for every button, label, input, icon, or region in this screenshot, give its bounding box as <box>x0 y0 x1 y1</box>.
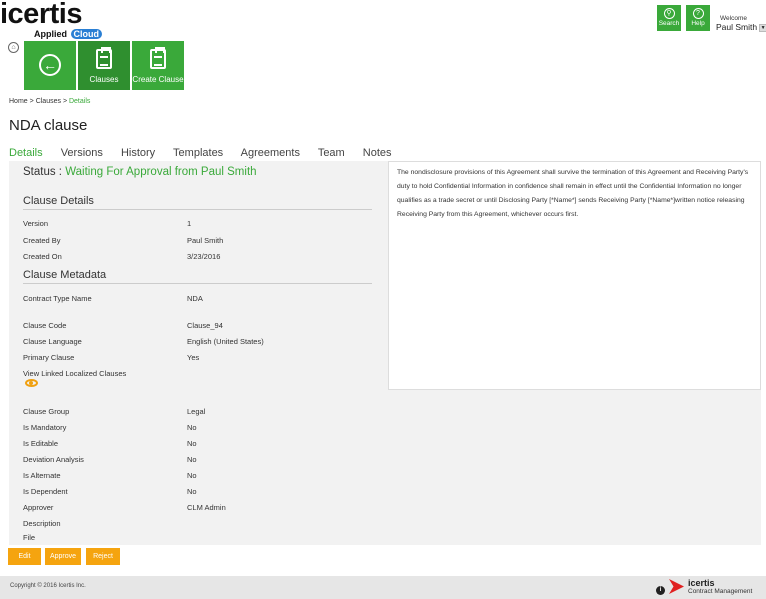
detail-label: Version <box>23 219 49 228</box>
section-clause-details: Clause Details <box>23 195 94 207</box>
detail-label: Created On <box>23 252 62 261</box>
detail-label: Created By <box>23 236 61 245</box>
tab-templates[interactable]: Templates <box>173 147 223 159</box>
reject-button[interactable]: Reject <box>86 548 120 565</box>
meta-label: Clause Language <box>23 337 82 346</box>
meta-label: Description <box>23 519 61 528</box>
footer: Copyright © 2016 Icertis Inc. i icertis … <box>0 576 766 599</box>
clause-text-box: The nondisclosure provisions of this Agr… <box>388 161 761 390</box>
meta-label: Contract Type Name <box>23 294 92 303</box>
user-menu[interactable]: Paul Smith ▼ <box>716 22 766 32</box>
user-name: Paul Smith <box>716 22 758 32</box>
meta-label: Primary Clause <box>23 353 75 362</box>
help-button[interactable]: ? Help <box>686 5 710 31</box>
help-label: Help <box>691 20 705 27</box>
clauses-tile-button[interactable]: Clauses <box>78 41 130 90</box>
home-icon[interactable]: ⌂ <box>8 42 19 53</box>
search-label: Search <box>658 20 680 27</box>
status-line: Status : Waiting For Approval from Paul … <box>23 166 257 178</box>
meta-label: Deviation Analysis <box>23 455 84 464</box>
status-person: Paul Smith <box>200 166 257 178</box>
meta-label: Is Dependent <box>23 487 68 496</box>
tab-versions[interactable]: Versions <box>61 147 103 159</box>
edit-button[interactable]: Edit <box>8 548 41 565</box>
create-clause-tile-button[interactable]: Create Clause <box>132 41 184 90</box>
search-button[interactable]: ⚲ Search <box>657 5 681 31</box>
tab-notes[interactable]: Notes <box>363 147 392 159</box>
meta-label: Is Alternate <box>23 471 61 480</box>
info-icon[interactable]: i <box>656 586 665 595</box>
view-eye-icon[interactable] <box>25 379 38 387</box>
detail-value: 1 <box>187 219 192 228</box>
status-label: Status : <box>23 166 62 178</box>
icertis-logo: icertis Applied Cloud <box>0 0 110 40</box>
tab-team[interactable]: Team <box>318 147 345 159</box>
tab-bar: Details Versions History Templates Agree… <box>9 147 407 159</box>
breadcrumb-current: Details <box>68 98 91 105</box>
meta-label: Is Editable <box>23 439 59 448</box>
section-clause-metadata: Clause Metadata <box>23 269 107 281</box>
tab-agreements[interactable]: Agreements <box>241 147 300 159</box>
meta-value: English (United States) <box>187 337 264 346</box>
meta-label: Approver <box>23 503 54 512</box>
divider <box>23 283 372 284</box>
approve-button[interactable]: Approve <box>45 548 81 565</box>
welcome-text: Welcome <box>720 15 747 22</box>
meta-value: Legal <box>187 407 206 416</box>
meta-value: Yes <box>187 353 200 362</box>
meta-label: Clause Group <box>23 407 70 416</box>
meta-value: No <box>187 439 197 448</box>
footer-logo-sub: Contract Management <box>688 588 753 595</box>
meta-value: Clause_94 <box>187 321 223 330</box>
meta-value: No <box>187 455 197 464</box>
help-icon: ? <box>692 8 704 19</box>
icertis-mark-icon <box>669 579 684 594</box>
create-clipboard-icon <box>147 47 169 71</box>
page-title: NDA clause <box>9 117 88 134</box>
breadcrumb-sep: > <box>62 98 68 105</box>
copyright-text: Copyright © 2016 Icertis Inc. <box>10 583 86 589</box>
meta-label: Clause Code <box>23 321 67 330</box>
brand-sub-a: Applied <box>34 29 67 39</box>
meta-label: View Linked Localized Clauses <box>23 369 127 378</box>
tab-details[interactable]: Details <box>9 147 43 159</box>
clipboard-icon <box>93 47 115 71</box>
meta-label: Is Mandatory <box>23 423 67 432</box>
meta-value: NDA <box>187 294 203 303</box>
meta-value: No <box>187 423 197 432</box>
back-tile-button[interactable]: ← <box>24 41 76 90</box>
create-tile-label: Create Clause <box>132 75 184 84</box>
back-arrow-icon: ← <box>39 54 61 76</box>
breadcrumb: Home > Clauses > Details <box>9 98 90 105</box>
brand-sub-b: Cloud <box>70 29 103 39</box>
clauses-tile-label: Clauses <box>89 75 119 84</box>
tab-history[interactable]: History <box>121 147 155 159</box>
breadcrumb-sep: > <box>29 98 34 105</box>
divider <box>23 209 372 210</box>
breadcrumb-home[interactable]: Home <box>9 98 28 105</box>
chevron-down-icon[interactable]: ▼ <box>759 23 766 32</box>
meta-value: No <box>187 471 197 480</box>
status-value: Waiting For Approval from <box>65 166 198 178</box>
meta-value: CLM Admin <box>187 503 226 512</box>
breadcrumb-clauses[interactable]: Clauses <box>36 98 61 105</box>
meta-value: No <box>187 487 197 496</box>
brand-name: icertis <box>0 0 82 30</box>
detail-value: 3/23/2016 <box>187 252 221 261</box>
footer-logo: icertis <box>688 578 715 588</box>
brand-subtitle: Applied Cloud <box>34 29 103 39</box>
detail-value: Paul Smith <box>187 236 224 245</box>
meta-label: File <box>23 533 36 542</box>
search-icon: ⚲ <box>663 8 675 19</box>
